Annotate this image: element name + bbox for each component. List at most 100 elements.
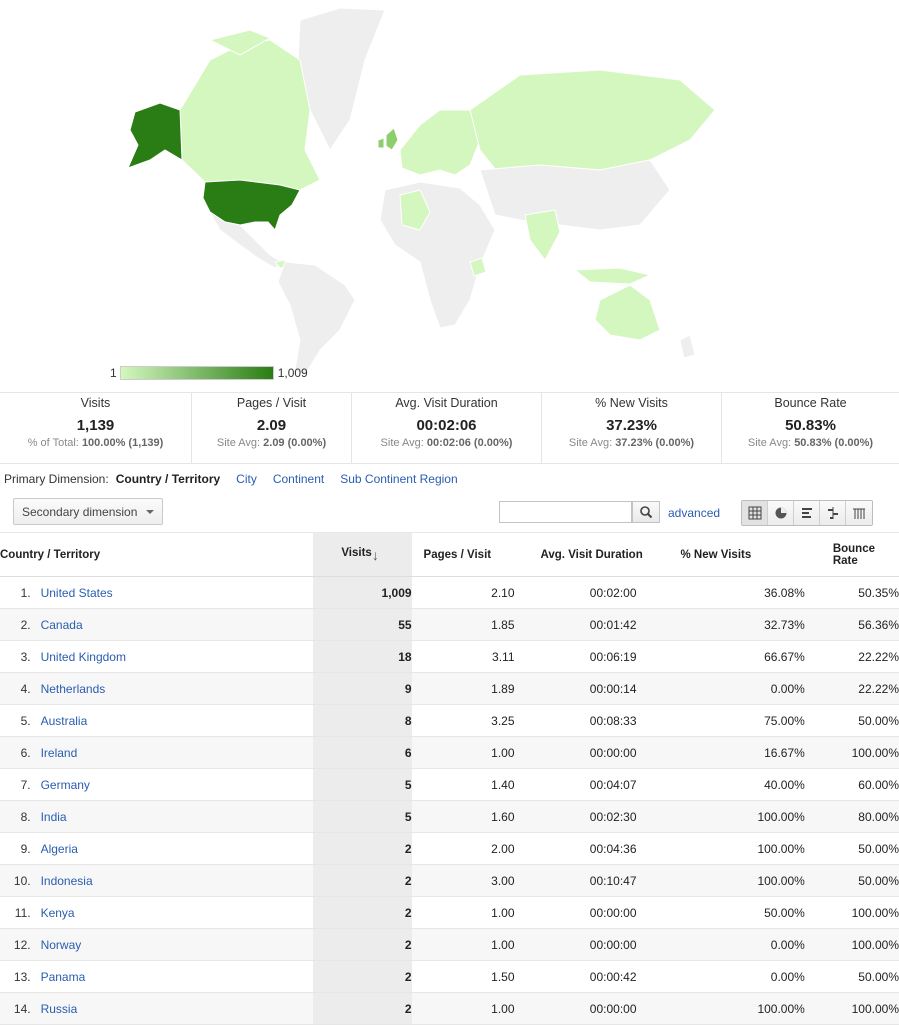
country-link[interactable]: Indonesia bbox=[41, 874, 93, 888]
header-bounce-rate[interactable]: Bounce Rate bbox=[804, 532, 899, 577]
map-india[interactable] bbox=[524, 209, 561, 261]
summary-new-visits[interactable]: % New Visits 37.23% Site Avg: 37.23% (0.… bbox=[542, 393, 722, 463]
map-europe[interactable] bbox=[399, 109, 481, 176]
advanced-filter-link[interactable]: advanced bbox=[668, 506, 720, 520]
table-row[interactable]: 14. Russia 2 1.00 00:00:00 100.00% 100.00% bbox=[0, 992, 899, 1025]
cell-avg-duration: 00:00:14 bbox=[518, 672, 645, 705]
table-row[interactable]: 3. United Kingdom 18 3.11 00:06:19 66.67% 22.2… bbox=[0, 640, 899, 673]
grid-view-icon bbox=[748, 506, 761, 520]
table-row[interactable]: 9. Algeria 2 2.00 00:04:36 100.00% 50.00% bbox=[0, 832, 899, 865]
map-africa[interactable] bbox=[379, 181, 496, 329]
table-row[interactable]: 1. United States 1,009 2.10 00:02:00 36.08% 50… bbox=[0, 576, 899, 609]
cell-avg-duration: 00:00:00 bbox=[518, 736, 645, 769]
table-row[interactable]: 5. Australia 8 3.25 00:08:33 75.00% 50.00% bbox=[0, 704, 899, 737]
table-row[interactable]: 7. Germany 5 1.40 00:04:07 40.00% 60.00% bbox=[0, 768, 899, 801]
dimension-continent-link[interactable]: Continent bbox=[273, 472, 324, 486]
cell-avg-duration: 00:01:42 bbox=[518, 608, 645, 641]
legend-min: 1 bbox=[110, 366, 117, 380]
cell-new-visits: 100.00% bbox=[644, 864, 805, 897]
pie-view-icon bbox=[775, 507, 786, 519]
table-search-input[interactable] bbox=[499, 501, 632, 523]
cell-new-visits: 0.00% bbox=[644, 928, 805, 961]
country-link[interactable]: India bbox=[41, 810, 67, 824]
table-row[interactable]: 10. Indonesia 2 3.00 00:10:47 100.00% 50.00% bbox=[0, 864, 899, 897]
header-new-visits[interactable]: % New Visits bbox=[644, 532, 805, 577]
map-alaska[interactable] bbox=[127, 102, 183, 169]
pivot-view-button[interactable] bbox=[846, 501, 872, 525]
summary-title: Bounce Rate bbox=[774, 396, 847, 410]
map-canada[interactable] bbox=[179, 39, 321, 191]
summary-subtext: Site Avg: 2.09 (0.00%) bbox=[216, 437, 327, 449]
grid-view-button[interactable] bbox=[742, 501, 768, 525]
map-australia[interactable] bbox=[594, 284, 661, 341]
cell-visits: 18 bbox=[313, 640, 412, 673]
summary-title: Avg. Visit Duration bbox=[395, 396, 498, 410]
pie-view-button[interactable] bbox=[768, 501, 794, 525]
country-link[interactable]: Russia bbox=[41, 1002, 78, 1016]
summary-visits[interactable]: Visits 1,139 % of Total: 100.00% (1,139) bbox=[0, 393, 192, 463]
country-link[interactable]: United States bbox=[41, 586, 113, 600]
dimension-country-territory: Country / Territory bbox=[115, 472, 221, 486]
country-link[interactable]: Netherlands bbox=[41, 682, 106, 696]
cell-bounce-rate: 22.22% bbox=[804, 640, 899, 673]
header-visits[interactable]: Visits ↓ bbox=[313, 532, 412, 577]
cell-bounce-rate: 100.00% bbox=[804, 736, 899, 769]
world-map[interactable] bbox=[0, 0, 899, 385]
bar-view-button[interactable] bbox=[794, 501, 820, 525]
country-link[interactable]: Kenya bbox=[41, 906, 75, 920]
map-indonesia[interactable] bbox=[573, 267, 652, 285]
dimension-sub-continent-link[interactable]: Sub Continent Region bbox=[340, 472, 457, 486]
summary-subtext: % of Total: 100.00% (1,139) bbox=[27, 437, 164, 449]
cell-country: Netherlands bbox=[30, 672, 314, 705]
map-ireland[interactable] bbox=[377, 137, 385, 149]
map-new-zealand[interactable] bbox=[679, 334, 696, 359]
cell-bounce-rate: 100.00% bbox=[804, 928, 899, 961]
table-row[interactable]: 2. Canada 55 1.85 00:01:42 32.73% 56.36% bbox=[0, 608, 899, 641]
map-south-america[interactable] bbox=[277, 261, 356, 376]
table-row[interactable]: 13. Panama 2 1.50 00:00:42 0.00% 50.00% bbox=[0, 960, 899, 993]
summary-subtext: Site Avg: 50.83% (0.00%) bbox=[747, 437, 874, 449]
cell-new-visits: 66.67% bbox=[644, 640, 805, 673]
comparison-view-icon bbox=[827, 507, 838, 519]
country-link[interactable]: Algeria bbox=[41, 842, 78, 856]
cell-bounce-rate: 22.22% bbox=[804, 672, 899, 705]
header-avg-duration[interactable]: Avg. Visit Duration bbox=[518, 532, 645, 577]
country-link[interactable]: Panama bbox=[41, 970, 86, 984]
map-asia[interactable] bbox=[479, 159, 671, 231]
cell-bounce-rate: 56.36% bbox=[804, 608, 899, 641]
row-index: 3. bbox=[0, 640, 31, 673]
country-link[interactable]: Germany bbox=[41, 778, 90, 792]
row-index: 7. bbox=[0, 768, 31, 801]
map-russia[interactable] bbox=[469, 69, 716, 176]
map-united-kingdom[interactable] bbox=[385, 127, 399, 151]
map-greenland[interactable] bbox=[297, 7, 386, 151]
cell-avg-duration: 00:04:36 bbox=[518, 832, 645, 865]
country-link[interactable]: Canada bbox=[41, 618, 83, 632]
cell-visits: 6 bbox=[313, 736, 412, 769]
cell-country: Panama bbox=[30, 960, 314, 993]
cell-visits: 5 bbox=[313, 800, 412, 833]
table-row[interactable]: 4. Netherlands 9 1.89 00:00:14 0.00% 22.22% bbox=[0, 672, 899, 705]
country-link[interactable]: Norway bbox=[41, 938, 82, 952]
country-link[interactable]: Ireland bbox=[41, 746, 78, 760]
country-link[interactable]: United Kingdom bbox=[41, 650, 126, 664]
header-country[interactable]: Country / Territory bbox=[0, 532, 314, 577]
summary-subtext: Site Avg: 37.23% (0.00%) bbox=[568, 437, 695, 449]
summary-value: 2.09 bbox=[256, 417, 287, 434]
cell-pages-visit: 1.00 bbox=[411, 896, 519, 929]
header-pages-visit[interactable]: Pages / Visit bbox=[411, 532, 519, 577]
cell-pages-visit: 2.00 bbox=[411, 832, 519, 865]
table-row[interactable]: 12. Norway 2 1.00 00:00:00 0.00% 100.00% bbox=[0, 928, 899, 961]
search-button[interactable] bbox=[632, 501, 660, 523]
data-table: Country / Territory Visits ↓ Pages / Vis… bbox=[0, 532, 899, 1025]
summary-pages-visit[interactable]: Pages / Visit 2.09 Site Avg: 2.09 (0.00%… bbox=[192, 393, 352, 463]
summary-avg-duration[interactable]: Avg. Visit Duration 00:02:06 Site Avg: 0… bbox=[352, 393, 542, 463]
comparison-view-button[interactable] bbox=[820, 501, 846, 525]
country-link[interactable]: Australia bbox=[41, 714, 88, 728]
secondary-dimension-dropdown[interactable]: Secondary dimension bbox=[13, 498, 163, 525]
dimension-city-link[interactable]: City bbox=[236, 472, 257, 486]
table-row[interactable]: 6. Ireland 6 1.00 00:00:00 16.67% 100.00% bbox=[0, 736, 899, 769]
table-row[interactable]: 11. Kenya 2 1.00 00:00:00 50.00% 100.00% bbox=[0, 896, 899, 929]
table-row[interactable]: 8. India 5 1.60 00:02:30 100.00% 80.00% bbox=[0, 800, 899, 833]
summary-bounce-rate[interactable]: Bounce Rate 50.83% Site Avg: 50.83% (0.0… bbox=[722, 393, 899, 463]
